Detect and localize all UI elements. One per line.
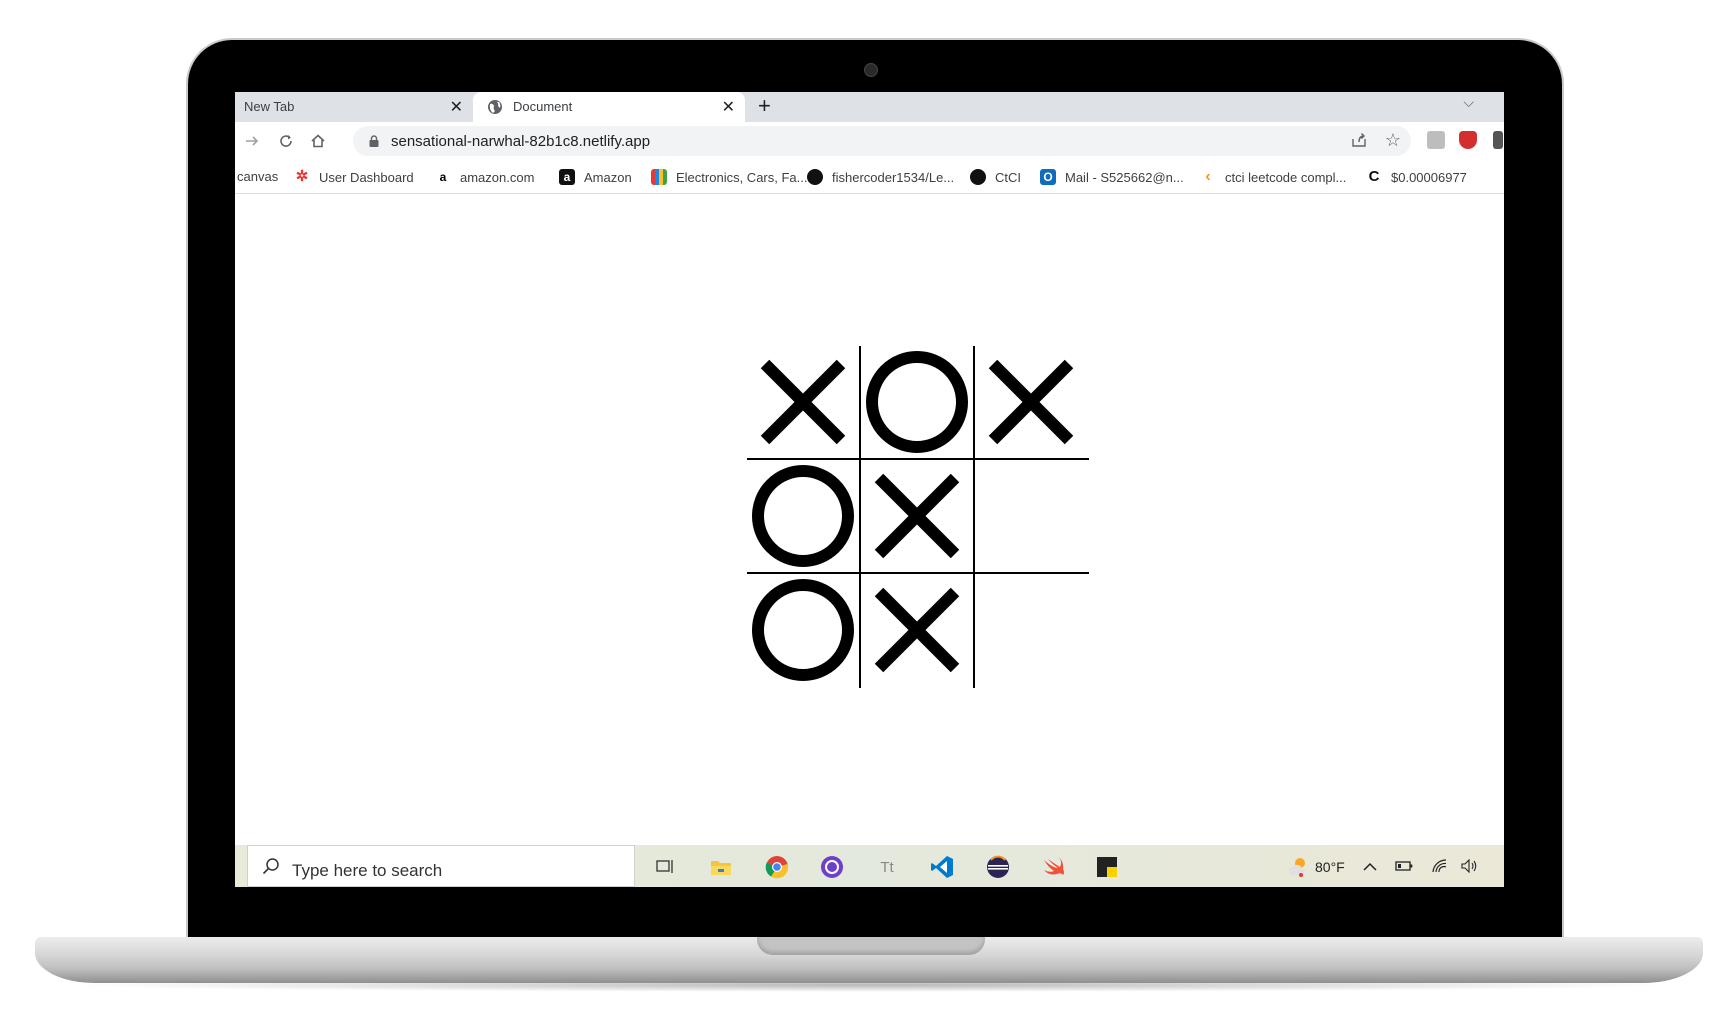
github-desktop-icon[interactable]	[820, 855, 844, 879]
chevron-down-icon[interactable]: ⌵	[1463, 94, 1474, 111]
bookmarks-bar: canvas ✲ User Dashboard a amazon.com a A…	[235, 160, 1504, 194]
bookmark-item[interactable]: O Mail - S525662@n...	[1040, 169, 1184, 185]
tic-tac-toe-board	[747, 346, 1089, 688]
board-cell[interactable]	[747, 460, 859, 572]
bookmark-label: Mail - S525662@n...	[1065, 169, 1184, 185]
tab-document[interactable]: Document ✕	[473, 92, 745, 122]
board-cell[interactable]	[975, 460, 1087, 572]
x-mark	[874, 587, 960, 673]
browser-toolbar: sensational-narwhal-82b1c8.netlify.app ☆	[235, 122, 1504, 160]
chevron-up-icon[interactable]	[1363, 859, 1377, 875]
weather-icon	[1285, 855, 1309, 879]
dashboard-icon: ✲	[295, 168, 309, 185]
amazon-icon: a	[559, 169, 575, 185]
temperature-text: 80°F	[1315, 859, 1345, 875]
empty-mark	[979, 578, 1083, 682]
taskbar-search-box[interactable]: Type here to search	[247, 845, 635, 887]
battery-icon[interactable]	[1395, 859, 1413, 875]
star-icon[interactable]: ☆	[1385, 130, 1401, 151]
tab-title: New Tab	[244, 99, 295, 114]
github-icon	[807, 169, 823, 185]
bookmark-item[interactable]: fishercoder1534/Le...	[807, 169, 954, 185]
bookmark-item[interactable]: ‹ ctci leetcode compl...	[1200, 169, 1346, 185]
volume-icon[interactable]	[1461, 858, 1479, 876]
address-bar[interactable]: sensational-narwhal-82b1c8.netlify.app ☆	[353, 126, 1411, 156]
board-cell[interactable]	[861, 346, 973, 458]
board-cell[interactable]	[747, 574, 859, 686]
x-mark	[874, 473, 960, 559]
empty-mark	[979, 464, 1083, 568]
wifi-icon[interactable]	[1431, 859, 1447, 876]
vscode-icon[interactable]	[930, 855, 954, 879]
leetcode-icon: ‹	[1205, 168, 1211, 185]
extension-icon[interactable]	[1427, 131, 1445, 149]
github-icon	[970, 169, 986, 185]
file-explorer-icon[interactable]	[709, 855, 733, 879]
shopping-bag-icon	[651, 169, 667, 185]
bookmark-label: Electronics, Cars, Fa...	[676, 169, 808, 185]
bookmark-item[interactable]: ✲ User Dashboard	[294, 169, 414, 185]
x-mark	[988, 359, 1074, 445]
search-placeholder: Type here to search	[292, 861, 443, 880]
task-view-icon[interactable]	[653, 855, 677, 879]
board-cell[interactable]	[861, 460, 973, 572]
bookmark-label: Amazon	[584, 169, 632, 185]
url-text: sensational-narwhal-82b1c8.netlify.app	[391, 133, 651, 150]
forward-icon[interactable]	[241, 130, 263, 152]
o-mark	[866, 351, 968, 453]
bookmark-label: ctci leetcode compl...	[1225, 169, 1347, 185]
bookmark-label: amazon.com	[460, 169, 535, 185]
outlook-icon: O	[1040, 169, 1056, 185]
bookmark-label: canvas	[237, 169, 279, 184]
new-tab-button[interactable]: +	[758, 93, 771, 119]
amazon-icon: a	[439, 170, 447, 184]
bookmark-item[interactable]: a amazon.com	[435, 169, 535, 185]
laptop-notch	[757, 937, 985, 955]
board-cell[interactable]	[975, 346, 1087, 458]
bookmark-item[interactable]: canvas	[237, 169, 278, 184]
tab-title: Document	[513, 99, 573, 114]
bookmark-item[interactable]: C $0.00006977	[1366, 169, 1467, 185]
adblock-icon[interactable]	[1459, 131, 1477, 149]
webcam	[864, 63, 878, 77]
eclipse-icon[interactable]	[986, 855, 1010, 879]
chrome-icon[interactable]	[765, 855, 789, 879]
home-icon[interactable]	[307, 130, 329, 152]
sticky-notes-icon[interactable]	[1095, 855, 1119, 879]
swift-icon[interactable]	[1041, 855, 1065, 879]
page-content	[235, 194, 1504, 845]
reload-icon[interactable]	[275, 130, 297, 152]
bookmark-item[interactable]: Electronics, Cars, Fa...	[651, 169, 807, 185]
board-cell[interactable]	[861, 574, 973, 686]
bookmark-item[interactable]: CtCI	[970, 169, 1021, 185]
lock-icon	[369, 135, 379, 147]
taskbar: Type here to search Tt 80°F	[235, 845, 1504, 887]
close-icon[interactable]: ✕	[450, 97, 463, 117]
tab-new-tab[interactable]: New Tab ✕	[235, 92, 473, 122]
board-cell[interactable]	[975, 574, 1087, 686]
share-icon[interactable]	[1351, 132, 1367, 153]
search-icon	[262, 857, 280, 880]
globe-icon	[488, 100, 502, 114]
crypto-icon: C	[1368, 168, 1380, 185]
x-mark	[760, 359, 846, 445]
bookmark-label: fishercoder1534/Le...	[832, 169, 955, 185]
bookmark-item[interactable]: a Amazon	[559, 169, 632, 185]
typora-icon[interactable]: Tt	[875, 855, 899, 879]
screen: New Tab ✕ Document ✕ + ⌵ sensational-nar…	[235, 92, 1504, 887]
tab-strip: New Tab ✕ Document ✕ + ⌵	[235, 92, 1504, 122]
puzzle-icon[interactable]	[1493, 131, 1503, 149]
bookmark-label: CtCI	[995, 169, 1021, 185]
close-icon[interactable]: ✕	[722, 97, 735, 117]
board-cell[interactable]	[747, 346, 859, 458]
bookmark-label: $0.00006977	[1391, 169, 1467, 185]
o-mark	[752, 579, 854, 681]
bookmark-label: User Dashboard	[319, 169, 414, 185]
o-mark	[752, 465, 854, 567]
